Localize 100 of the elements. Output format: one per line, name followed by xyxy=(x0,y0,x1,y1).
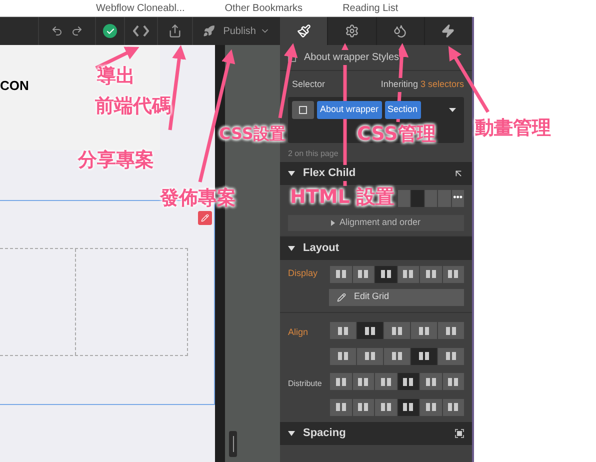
align-option[interactable] xyxy=(438,322,464,339)
layout-icon xyxy=(447,376,460,386)
bookmark-link[interactable]: Other Bookmarks xyxy=(224,0,303,16)
display-option[interactable] xyxy=(442,266,464,282)
annotation-label: 動畫管理 xyxy=(475,116,551,140)
layout-icon xyxy=(337,326,349,336)
page-heading: CON xyxy=(0,76,29,95)
layout-icon xyxy=(364,351,376,361)
distribute-label: Distribute xyxy=(288,378,322,388)
distribute-option[interactable] xyxy=(352,398,374,416)
annotation-label: HTML 設置 xyxy=(290,185,394,209)
align-option[interactable] xyxy=(384,348,410,364)
layout-icon xyxy=(391,326,403,336)
distribute-option[interactable] xyxy=(398,373,419,390)
bolt-icon xyxy=(441,24,456,38)
layout-icon xyxy=(447,269,460,279)
layout-icon xyxy=(402,376,414,386)
code-icon[interactable] xyxy=(133,25,150,37)
align-option[interactable] xyxy=(330,322,356,339)
inheriting-note: Inheriting 3 selectors xyxy=(380,78,464,92)
layout-icon xyxy=(418,326,430,336)
panel-tab[interactable] xyxy=(424,17,472,45)
alignment-toggle[interactable]: Alignment and order xyxy=(288,214,464,230)
distribute-option[interactable] xyxy=(330,398,352,416)
distribute-option[interactable] xyxy=(420,373,442,390)
distribute-option[interactable] xyxy=(442,373,464,390)
layout-icon xyxy=(357,269,370,279)
brush-icon xyxy=(296,24,311,38)
layout-icon xyxy=(357,376,370,386)
panel-tab[interactable] xyxy=(280,17,328,45)
layout-icon xyxy=(445,351,457,361)
layout-icon xyxy=(380,269,392,279)
align-option[interactable] xyxy=(330,348,356,364)
distribute-option[interactable] xyxy=(375,398,396,416)
layout-icon xyxy=(334,402,347,412)
align-option[interactable] xyxy=(384,322,410,339)
check-status-icon[interactable] xyxy=(103,24,118,38)
align-option[interactable] xyxy=(411,322,437,339)
caret-icon xyxy=(288,246,295,250)
align-option[interactable] xyxy=(438,348,464,364)
display-option[interactable] xyxy=(330,266,352,282)
distribute-option[interactable] xyxy=(330,373,352,390)
layout-icon xyxy=(364,326,376,336)
distribute-option[interactable] xyxy=(375,373,396,390)
distribute-option[interactable] xyxy=(352,373,374,390)
caret-icon xyxy=(288,430,295,436)
display-option[interactable] xyxy=(375,266,396,282)
edit-grid-button[interactable]: Edit Grid xyxy=(329,288,464,306)
distribute-option[interactable] xyxy=(442,398,464,416)
display-option[interactable] xyxy=(420,266,442,282)
bookmark-link[interactable]: Reading List xyxy=(342,0,398,16)
distribute-option[interactable] xyxy=(420,398,442,416)
redo-icon[interactable] xyxy=(71,25,84,37)
layout-icon xyxy=(334,269,347,279)
layout-icon xyxy=(445,326,457,336)
style-checkbox-icon xyxy=(288,54,296,62)
display-option[interactable] xyxy=(352,266,374,282)
count-note: 2 on this page xyxy=(288,148,338,160)
styles-title: About wrapper Styles xyxy=(304,50,400,65)
section-heading: Flex Child xyxy=(303,164,356,182)
layout-icon xyxy=(418,351,430,361)
align-option[interactable] xyxy=(357,322,383,339)
annotation-label: 前端代碼 xyxy=(95,94,171,118)
bookmark-link[interactable]: Webflow Cloneabl... xyxy=(96,0,185,16)
spacing-icon[interactable] xyxy=(455,428,464,438)
layout-icon xyxy=(334,376,347,386)
layout-icon xyxy=(402,402,414,412)
caret-icon[interactable] xyxy=(449,108,456,112)
panel-tab[interactable] xyxy=(327,17,376,45)
pencil-icon xyxy=(337,292,346,302)
layout-icon xyxy=(447,402,460,412)
layout-icon xyxy=(391,351,403,361)
display-label: Display xyxy=(288,267,319,280)
panel-tab[interactable] xyxy=(376,17,424,45)
resize-handle[interactable] xyxy=(229,431,237,457)
layout-icon xyxy=(357,402,370,412)
layout-icon xyxy=(424,269,437,279)
align-label: Align xyxy=(288,326,308,336)
display-option[interactable] xyxy=(398,266,419,282)
annotation-label: 導出 xyxy=(97,64,135,88)
layout-icon xyxy=(380,402,392,412)
layout-icon xyxy=(424,402,437,412)
more-button[interactable]: ••• xyxy=(452,190,464,206)
settings-icon xyxy=(344,24,359,38)
rocket-icon xyxy=(203,25,216,37)
undo-icon[interactable] xyxy=(51,25,64,37)
layout-icon xyxy=(337,351,349,361)
caret-icon xyxy=(288,170,295,176)
align-option[interactable] xyxy=(357,348,383,364)
distribute-option[interactable] xyxy=(398,398,419,416)
selector-icon[interactable] xyxy=(292,100,314,118)
class-tag[interactable]: About wrapper xyxy=(317,100,382,118)
corner-arrow-icon[interactable] xyxy=(453,168,464,178)
layout-icon xyxy=(402,269,414,279)
class-tag[interactable]: Section xyxy=(384,100,421,118)
grid-edit-badge[interactable] xyxy=(198,211,212,225)
layout-icon xyxy=(424,376,437,386)
share-icon[interactable] xyxy=(168,24,182,38)
align-option[interactable] xyxy=(411,348,437,364)
drops-icon xyxy=(393,24,408,38)
